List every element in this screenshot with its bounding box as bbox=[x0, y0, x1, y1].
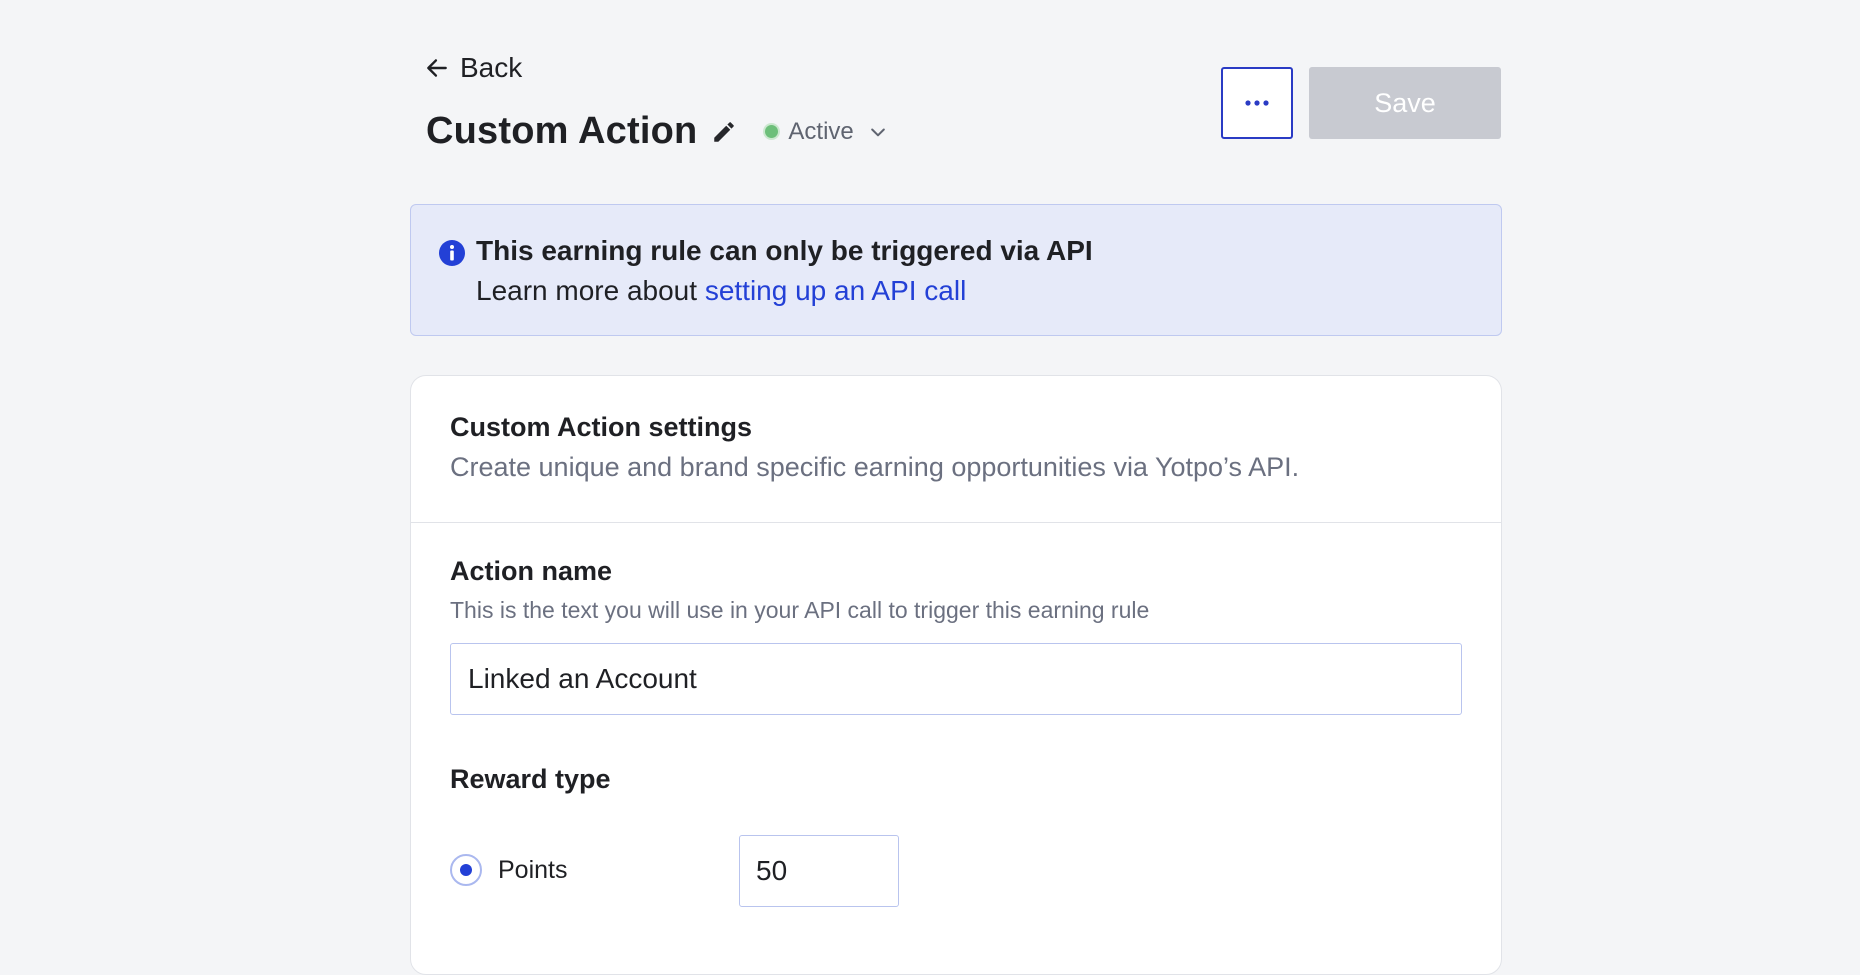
action-name-label: Action name bbox=[450, 556, 613, 586]
info-banner: This earning rule can only be triggered … bbox=[410, 204, 1502, 336]
points-radio[interactable] bbox=[450, 854, 482, 886]
status-dropdown[interactable]: Active bbox=[763, 118, 887, 146]
settings-title: Custom Action settings bbox=[450, 412, 753, 442]
arrow-left-icon bbox=[424, 55, 450, 81]
more-options-button[interactable] bbox=[1221, 67, 1293, 139]
api-call-link[interactable]: setting up an API call bbox=[705, 275, 967, 306]
settings-subtitle: Create unique and brand specific earning… bbox=[450, 452, 1300, 482]
pencil-icon[interactable] bbox=[711, 119, 737, 145]
ellipsis-icon bbox=[1243, 94, 1271, 112]
page: Back Custom Action Active Save This earn… bbox=[410, 0, 1502, 975]
title-row: Custom Action Active bbox=[426, 110, 888, 153]
banner-title: This earning rule can only be triggered … bbox=[476, 235, 1093, 266]
radio-selected-dot bbox=[460, 864, 472, 876]
settings-card-header: Custom Action settings Create unique and… bbox=[411, 376, 1501, 523]
action-name-help: This is the text you will use in your AP… bbox=[450, 597, 1150, 623]
page-title: Custom Action bbox=[426, 110, 698, 152]
reward-type-points-option[interactable]: Points bbox=[450, 854, 567, 886]
points-radio-label: Points bbox=[498, 855, 568, 884]
status-dot bbox=[763, 123, 781, 140]
chevron-down-icon bbox=[868, 122, 888, 142]
reward-type-label: Reward type bbox=[450, 764, 611, 794]
back-label: Back bbox=[460, 52, 523, 83]
banner-text: Learn more about setting up an API call bbox=[476, 275, 966, 307]
action-name-input[interactable] bbox=[450, 643, 1462, 715]
banner-text-prefix: Learn more about bbox=[476, 275, 705, 306]
status-label: Active bbox=[788, 117, 854, 145]
settings-card: Custom Action settings Create unique and… bbox=[410, 375, 1502, 975]
back-link[interactable]: Back bbox=[424, 52, 522, 84]
save-button[interactable]: Save bbox=[1309, 67, 1501, 139]
points-amount-input[interactable] bbox=[739, 835, 899, 907]
info-icon bbox=[438, 239, 466, 272]
